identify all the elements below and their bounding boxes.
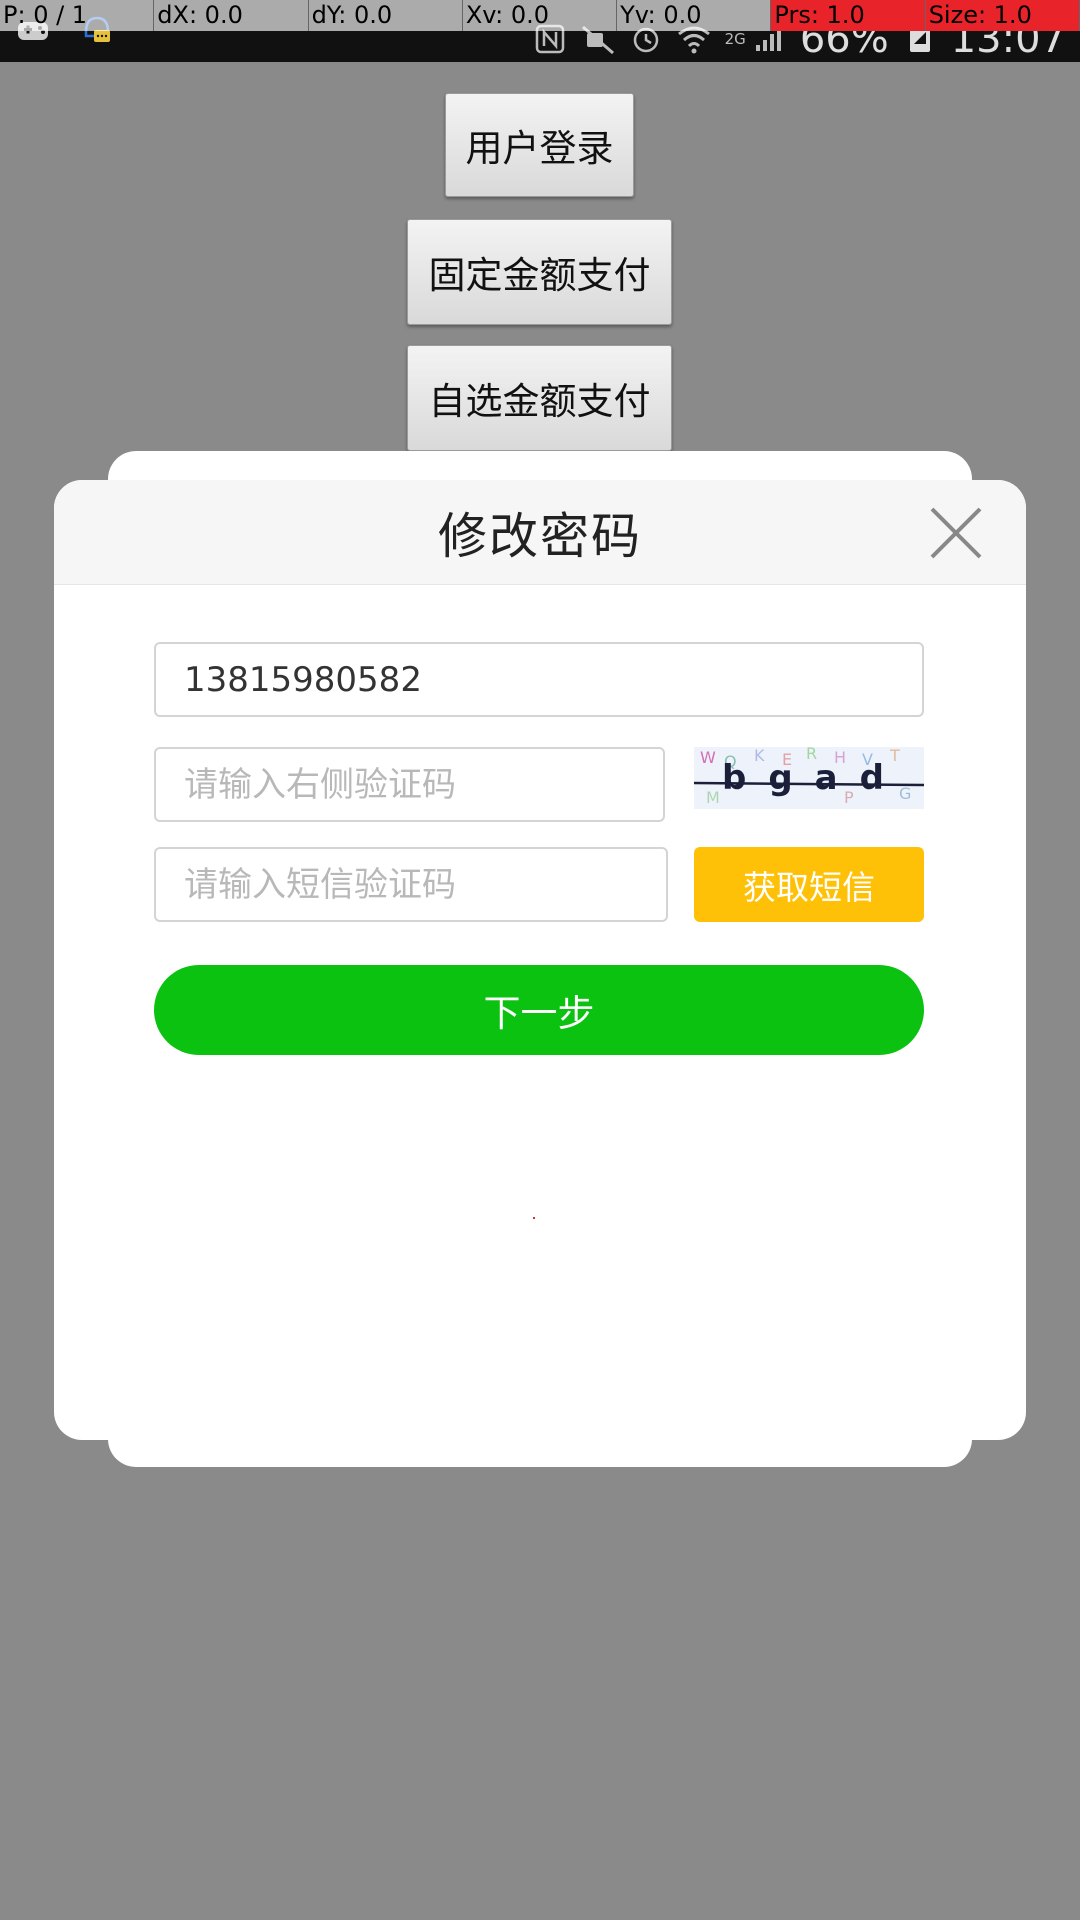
network-type: 2G: [724, 30, 746, 48]
next-step-button[interactable]: 下一步: [154, 965, 924, 1055]
touch-dot: [533, 1217, 535, 1219]
sms-code-input[interactable]: [154, 847, 668, 922]
captcha-input[interactable]: [154, 747, 665, 822]
pointer-pressure: Prs: 1.0: [771, 0, 926, 31]
svg-text:W: W: [700, 748, 716, 767]
custom-amount-pay-button[interactable]: 自选金额支付: [407, 345, 672, 451]
captcha-image[interactable]: W Q K E R H V T M P G bgad: [694, 747, 924, 809]
fixed-amount-pay-button[interactable]: 固定金额支付: [407, 219, 672, 325]
pointer-count: P: 0 / 1: [0, 0, 155, 31]
get-sms-button[interactable]: 获取短信: [694, 847, 924, 922]
pointer-size: Size: 1.0: [925, 0, 1080, 31]
captcha-text: bgad: [722, 758, 906, 798]
phone-input[interactable]: [154, 642, 924, 717]
user-login-button[interactable]: 用户登录: [445, 93, 634, 197]
close-icon[interactable]: [928, 505, 984, 561]
dialog-title: 修改密码: [437, 507, 642, 565]
pointer-yv: Yv: 0.0: [617, 0, 772, 31]
pointer-xv: Xv: 0.0: [462, 0, 618, 31]
svg-text:M: M: [706, 788, 720, 807]
change-password-dialog: 修改密码 W Q K E R H V T M P G bgad: [54, 480, 1026, 1440]
pointer-dx: dX: 0.0: [154, 0, 309, 31]
pointer-location-overlay: P: 0 / 1 dX: 0.0 dY: 0.0 Xv: 0.0 Yv: 0.0…: [0, 0, 1080, 31]
pointer-dy: dY: 0.0: [308, 0, 463, 31]
dialog-header: 修改密码: [54, 480, 1026, 585]
